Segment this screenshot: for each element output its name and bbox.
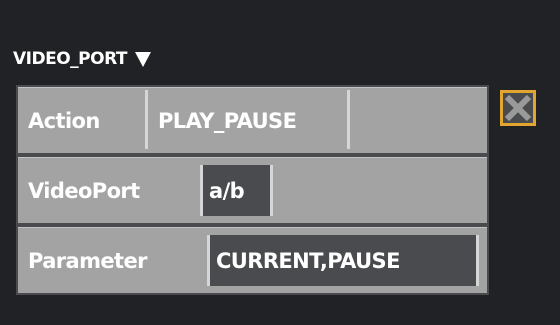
triangle-down-icon[interactable] [135,51,151,67]
section-header[interactable]: VIDEO_PORT [13,44,151,74]
column-divider [145,90,148,149]
column-divider [347,90,350,149]
close-button[interactable] [500,90,536,126]
videoport-label: VideoPort [28,178,140,203]
action-value[interactable]: PLAY_PAUSE [158,88,297,153]
action-panel: Action PLAY_PAUSE VideoPort a/b Paramete… [16,85,489,295]
section-title: VIDEO_PORT [13,49,128,69]
action-row: Action PLAY_PAUSE [18,87,487,153]
videoport-value[interactable]: a/b [200,165,273,216]
videoport-row: VideoPort a/b [18,157,487,223]
action-label: Action [28,108,100,133]
close-icon [504,94,532,122]
parameter-value[interactable]: CURRENT,PAUSE [207,235,479,286]
parameter-row: Parameter CURRENT,PAUSE [18,227,487,293]
parameter-label: Parameter [28,248,147,273]
